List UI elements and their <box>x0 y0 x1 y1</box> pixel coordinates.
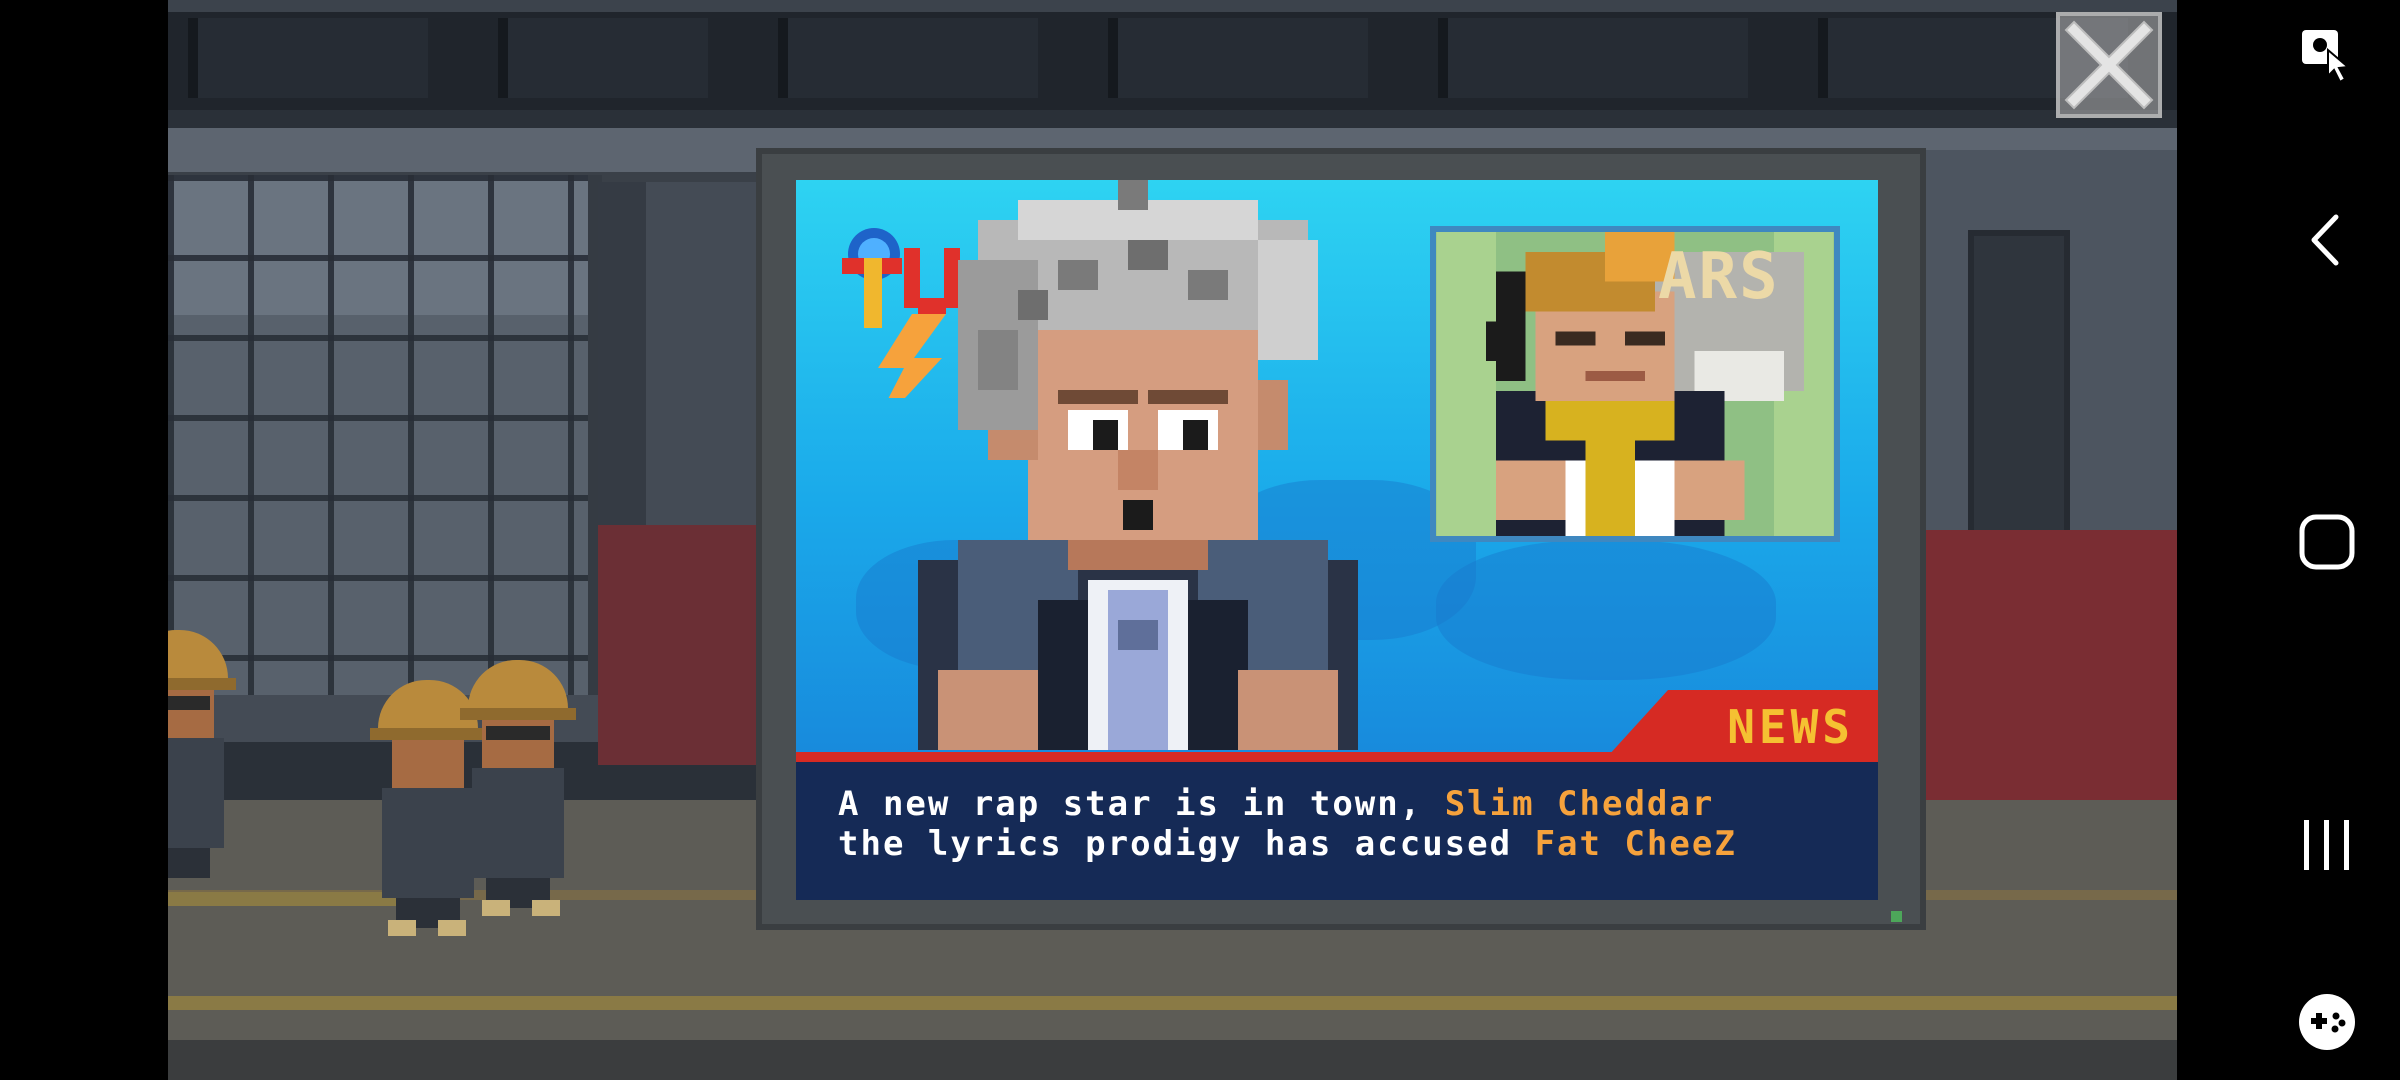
home-icon <box>2299 514 2355 570</box>
game-launcher-icon <box>2299 994 2355 1050</box>
inset-sign-text: ARS <box>1658 240 1780 314</box>
system-navigation-bar <box>2177 0 2400 1080</box>
worker-glasses <box>168 696 210 710</box>
back-button[interactable] <box>2290 203 2364 277</box>
worker-body <box>472 768 564 878</box>
news-tv-monitor[interactable]: TV <box>756 148 1926 930</box>
back-icon <box>2311 214 2339 266</box>
ticker-line-2: the lyrics prodigy has accused Fat CheeZ <box>838 824 1737 864</box>
ceiling-panel <box>498 18 708 98</box>
ceiling-panel <box>1438 18 1748 98</box>
news-anchor-character <box>918 180 1358 750</box>
ticker-line-2-highlight: Fat CheeZ <box>1534 824 1737 864</box>
ceiling <box>168 0 2177 110</box>
worker-shoe <box>482 900 510 916</box>
station-window <box>168 175 602 695</box>
close-icon <box>2064 20 2154 110</box>
ceiling-panel <box>188 18 428 98</box>
hard-hat-brim <box>168 678 236 690</box>
worker-body <box>168 738 224 848</box>
train-car-red-panel <box>1888 530 2177 810</box>
touch-assist-icon <box>2302 30 2351 84</box>
worker-shoe <box>532 900 560 916</box>
game-launcher-button[interactable] <box>2290 985 2364 1059</box>
ticker-line-1-highlight: Slim Cheddar <box>1444 784 1715 824</box>
ticker-line-1: A new rap star is in town, Slim Cheddar <box>838 784 1714 824</box>
hard-hat-brim <box>370 728 486 740</box>
window-grid <box>168 175 588 695</box>
ceiling-panel <box>1108 18 1368 98</box>
news-label: NEWS <box>1727 700 1854 754</box>
ceiling-strip <box>168 0 2177 12</box>
news-red-rule <box>796 752 1878 762</box>
ticker-line-2-text: the lyrics prodigy has accused <box>838 824 1535 864</box>
ticker-line-1-text: A new rap star is in town, <box>838 784 1445 824</box>
wall-red-band <box>598 525 758 765</box>
screen: TV <box>0 0 2400 1080</box>
worker-shoe <box>388 920 416 936</box>
news-inset-image: ARS <box>1430 226 1840 542</box>
recents-button[interactable] <box>2290 808 2364 882</box>
game-scene[interactable]: TV <box>168 0 2177 1080</box>
news-banner-tab: NEWS <box>1608 690 1878 756</box>
worker-glasses <box>486 726 550 740</box>
touch-assist-button[interactable] <box>2290 20 2364 94</box>
close-button[interactable] <box>2056 12 2162 118</box>
track-edge <box>168 1040 2177 1080</box>
hard-hat-brim <box>460 708 576 720</box>
ceiling-panel <box>778 18 1038 98</box>
tv-screen: TV <box>796 180 1878 900</box>
news-ticker: A new rap star is in town, Slim Cheddar … <box>796 762 1878 900</box>
home-button[interactable] <box>2290 505 2364 579</box>
tv-power-led <box>1891 911 1902 922</box>
platform-yellow-line <box>168 996 2177 1010</box>
recents-icon <box>2304 820 2349 870</box>
world-map-shape <box>1436 540 1776 680</box>
worker-shoe <box>438 920 466 936</box>
worker-body <box>382 788 474 898</box>
worker-legs <box>168 848 210 878</box>
